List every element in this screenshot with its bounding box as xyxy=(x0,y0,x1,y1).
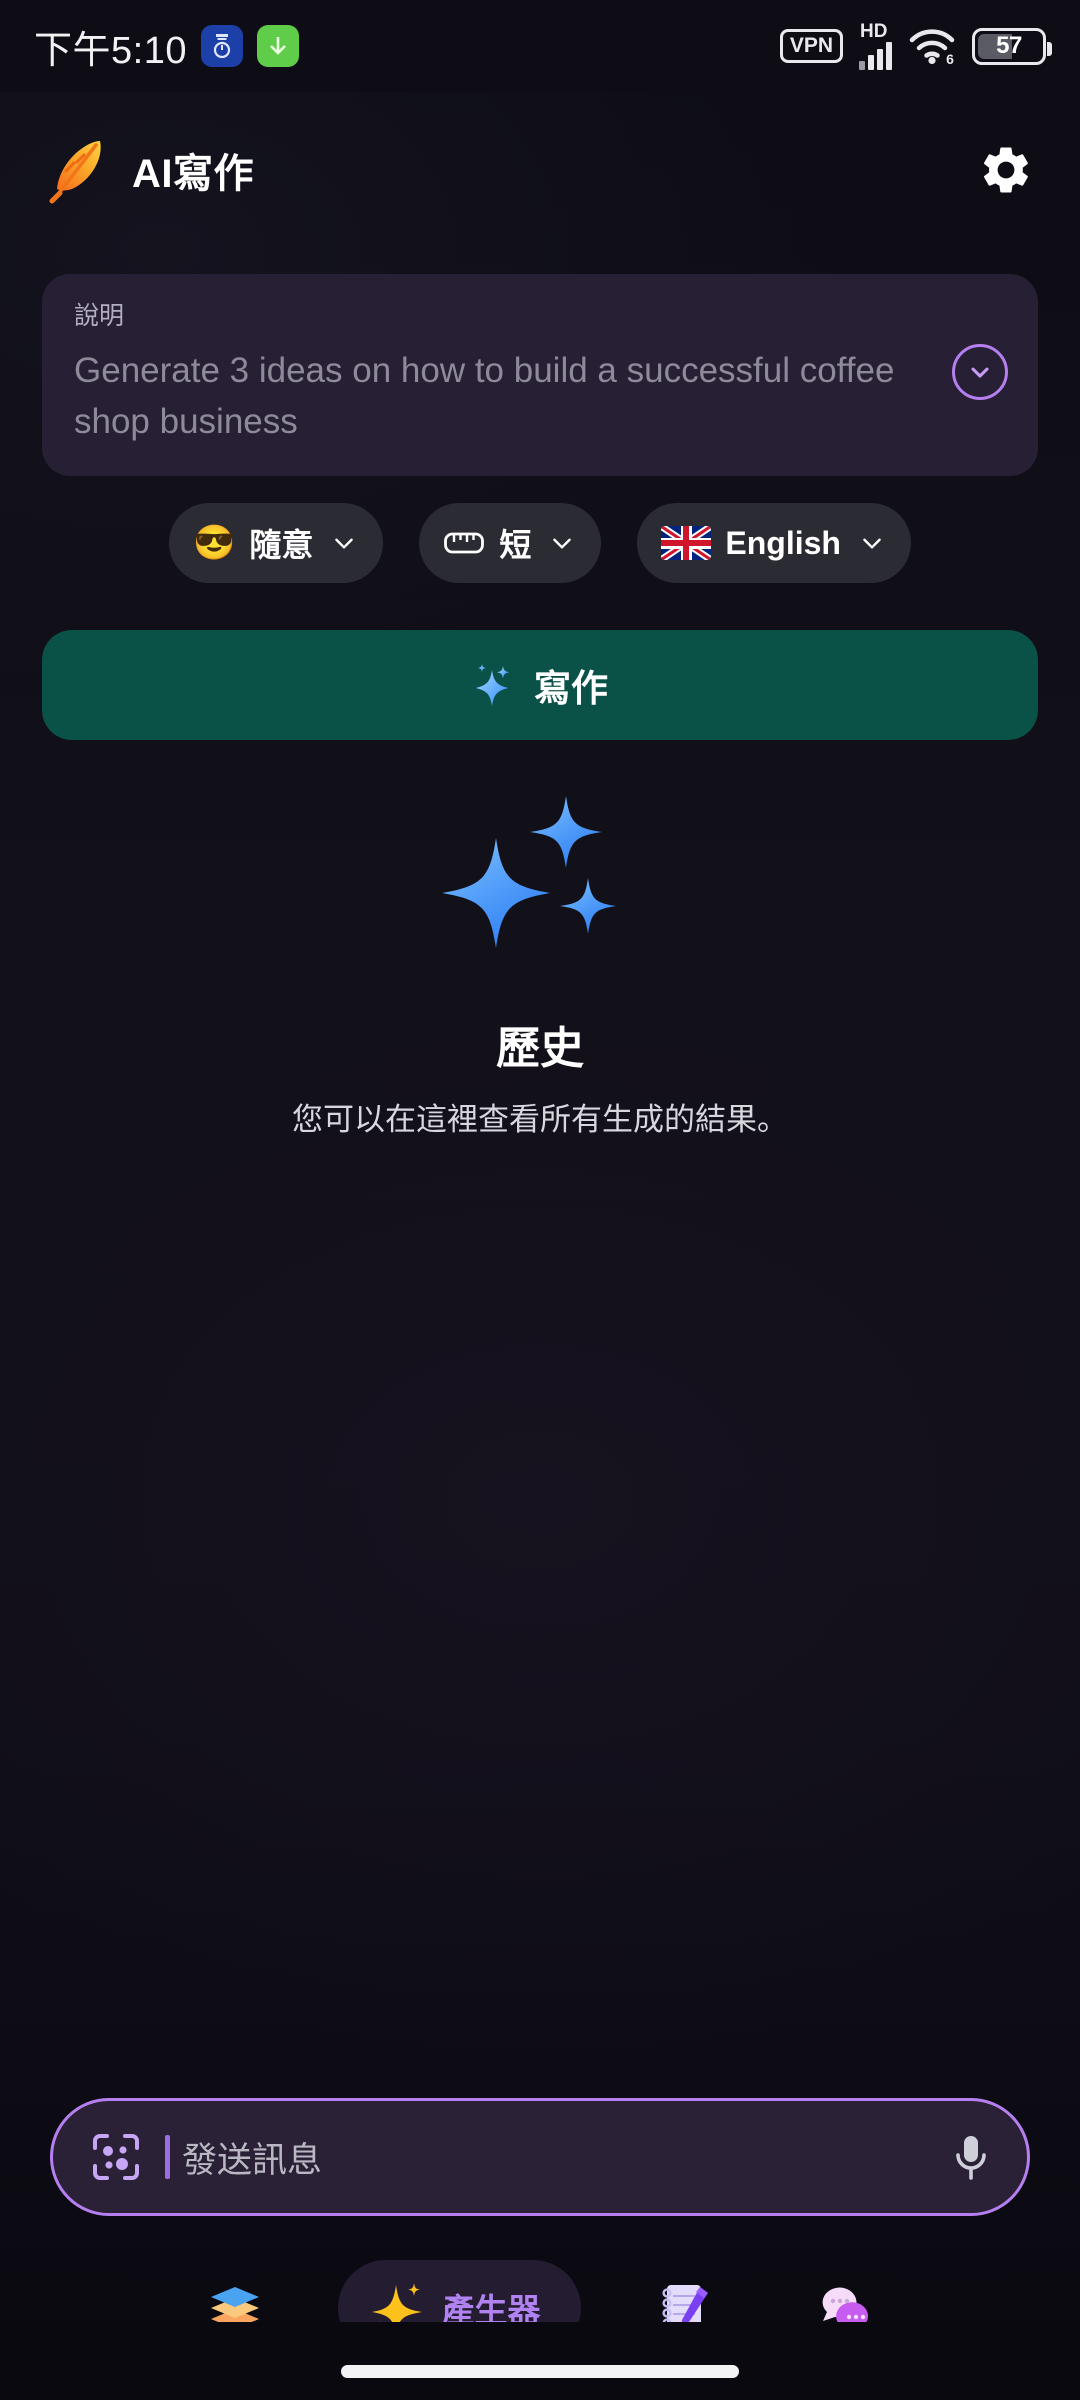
prompt-expand-button[interactable] xyxy=(952,344,1008,400)
gesture-nav-zone xyxy=(0,2322,1080,2400)
app-header: AI寫作 xyxy=(0,115,1080,225)
download-arrow-icon xyxy=(270,37,286,55)
cellular-signal: HD xyxy=(859,22,892,70)
chip-length[interactable]: 短 xyxy=(419,503,602,583)
hd-label: HD xyxy=(860,21,888,42)
tally-counter-badge xyxy=(200,25,243,67)
write-button-label: 寫作 xyxy=(534,668,608,709)
message-input-bar[interactable]: 發送訊息 xyxy=(50,2098,1030,2216)
microphone-icon[interactable] xyxy=(949,2130,993,2184)
sparkles-illustration xyxy=(442,796,616,948)
vpn-indicator: VPN xyxy=(779,28,843,64)
chevron-down-icon[interactable] xyxy=(859,530,885,556)
history-empty-state: 歷史 您可以在這裡查看所有生成的結果。 xyxy=(0,790,1080,1139)
battery-indicator: 57 xyxy=(972,27,1052,65)
write-button[interactable]: 寫作 xyxy=(42,630,1038,740)
text-cursor xyxy=(165,2135,170,2179)
prompt-label: 說明 xyxy=(74,302,125,330)
page-title: AI寫作 xyxy=(132,152,254,196)
battery-percent: 57 xyxy=(996,32,1022,59)
history-title: 歷史 xyxy=(496,1024,584,1073)
gear-icon[interactable] xyxy=(978,142,1034,198)
chip-tone[interactable]: 😎 隨意 xyxy=(169,503,384,583)
history-subtitle: 您可以在這裡查看所有生成的結果。 xyxy=(292,1102,788,1137)
chip-language[interactable]: English xyxy=(637,503,911,583)
brand: AI寫作 xyxy=(46,135,254,205)
settings-button[interactable] xyxy=(978,142,1034,198)
chip-language-label: English xyxy=(725,524,841,561)
download-badge xyxy=(256,25,299,67)
feather-icon xyxy=(49,141,101,204)
status-bar-left: 下午5:10 xyxy=(34,19,299,74)
prompt-card[interactable]: 說明 Generate 3 ideas on how to build a su… xyxy=(42,274,1038,476)
app-screen: 下午5:10 VPN HD 6 57 AI寫作 說明 Generate 3 id… xyxy=(0,0,1080,2400)
stopwatch-icon xyxy=(213,34,231,59)
chevron-down-icon[interactable] xyxy=(549,530,575,556)
chevron-down-icon[interactable] xyxy=(331,530,357,556)
chip-length-label: 短 xyxy=(499,527,532,563)
sparkle-icon xyxy=(476,664,509,706)
option-chips: 😎 隨意 短 English xyxy=(0,503,1080,583)
home-indicator[interactable] xyxy=(341,2365,739,2378)
status-time: 下午5:10 xyxy=(34,29,187,72)
chevron-down-icon[interactable] xyxy=(966,358,994,386)
message-input[interactable]: 發送訊息 xyxy=(182,2132,927,2183)
status-bar: 下午5:10 VPN HD 6 57 xyxy=(0,0,1080,92)
uk-flag-icon xyxy=(661,526,712,560)
wifi-icon: 6 xyxy=(908,26,956,67)
prompt-text[interactable]: Generate 3 ideas on how to build a succe… xyxy=(74,346,934,448)
wifi-generation-label: 6 xyxy=(946,51,954,66)
signal-bars-icon xyxy=(859,42,892,70)
sunglasses-emoji-icon: 😎 xyxy=(193,524,236,562)
scan-face-icon[interactable] xyxy=(89,2130,143,2184)
status-bar-right: VPN HD 6 57 xyxy=(779,22,1052,70)
chip-tone-label: 隨意 xyxy=(249,527,314,563)
ruler-icon xyxy=(444,532,485,554)
prompt-content: 說明 Generate 3 ideas on how to build a su… xyxy=(74,296,952,448)
